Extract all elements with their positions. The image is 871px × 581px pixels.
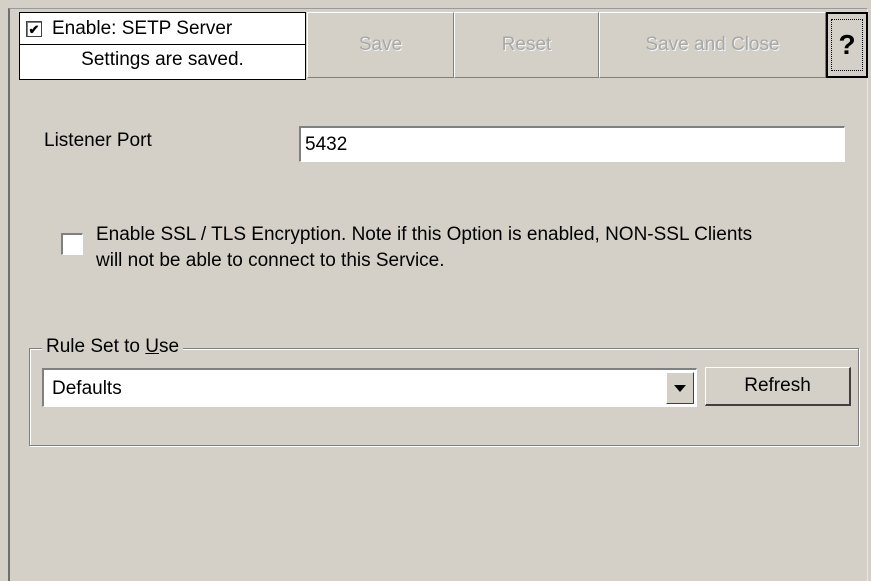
ruleset-selected-value: Defaults xyxy=(52,378,122,399)
listener-port-label: Listener Port xyxy=(44,130,152,151)
listener-port-input[interactable]: 5432 xyxy=(299,126,845,162)
ruleset-legend-mnemonic: U xyxy=(145,336,160,357)
enable-server-checkbox[interactable]: ✔ xyxy=(26,21,42,37)
settings-panel xyxy=(8,8,868,581)
refresh-button[interactable]: Refresh xyxy=(705,367,851,406)
dropdown-button[interactable] xyxy=(666,372,694,404)
status-text: Settings are saved. xyxy=(81,49,244,70)
enable-server-row[interactable]: ✔ Enable: SETP Server xyxy=(26,18,232,40)
save-and-close-button[interactable]: Save and Close xyxy=(599,12,826,78)
ruleset-legend-suffix: se xyxy=(159,336,180,357)
ruleset-legend: Rule Set to Use xyxy=(42,336,184,358)
reset-button[interactable]: Reset xyxy=(454,12,599,78)
chevron-down-icon xyxy=(674,384,686,392)
enable-status-box: ✔ Enable: SETP Server Settings are saved… xyxy=(19,12,306,80)
enable-server-label: Enable: SETP Server xyxy=(52,18,233,39)
ssl-label-line2: will not be able to connect to this Serv… xyxy=(96,250,445,271)
ssl-label-line1: Enable SSL / TLS Encryption. Note if thi… xyxy=(96,224,753,245)
ruleset-dropdown[interactable]: Defaults xyxy=(42,368,697,407)
help-icon: ? xyxy=(831,19,863,71)
save-button[interactable]: Save xyxy=(307,12,454,78)
help-button[interactable]: ? xyxy=(826,12,868,78)
ssl-label: Enable SSL / TLS Encryption. Note if thi… xyxy=(96,222,856,274)
ssl-checkbox[interactable] xyxy=(61,233,83,255)
status-divider xyxy=(20,44,305,45)
ruleset-legend-prefix: Rule Set to xyxy=(46,336,146,357)
